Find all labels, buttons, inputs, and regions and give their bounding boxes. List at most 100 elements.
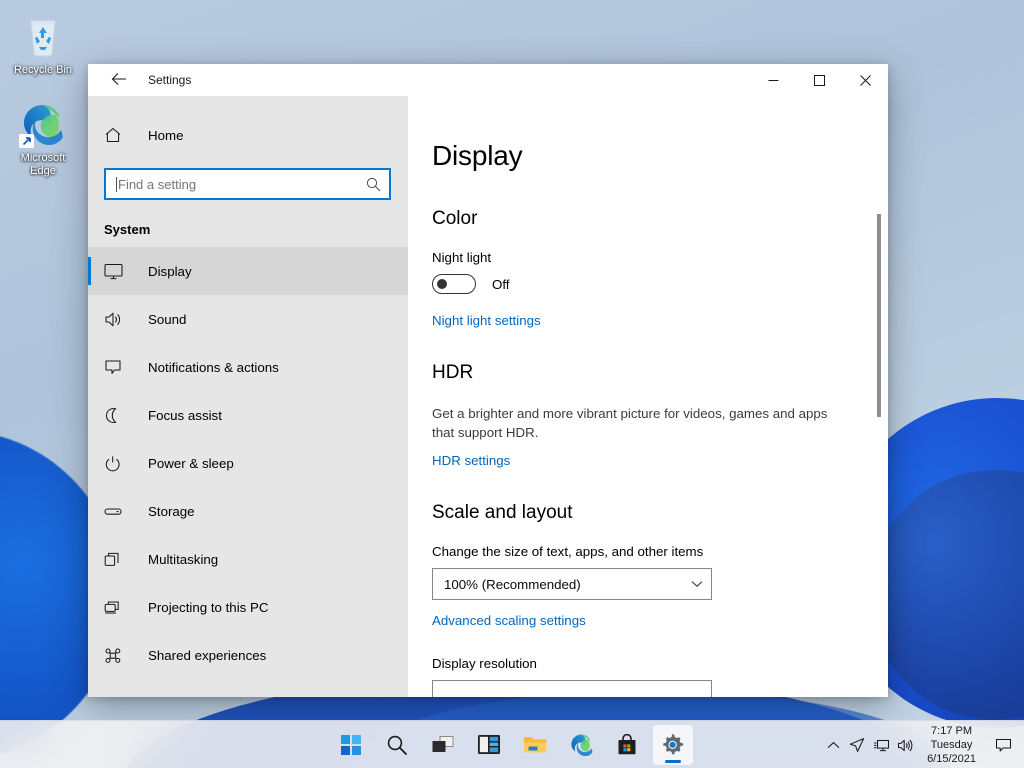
page-title: Display [432,140,848,172]
wallpaper-bloom-right-2 [870,470,1024,720]
minimize-button[interactable] [750,64,796,96]
search-icon [386,734,408,756]
sidebar-item-notifications[interactable]: Notifications & actions [88,343,408,391]
content-scrollbar[interactable] [874,214,884,697]
notification-center-button[interactable] [988,725,1018,765]
sidebar-item-label: Multitasking [148,552,218,567]
task-view-icon [431,735,455,755]
scale-label: Change the size of text, apps, and other… [432,544,848,559]
taskbar[interactable]: 7:17 PM Tuesday 6/15/2021 [0,720,1024,768]
home-icon [104,127,132,143]
text-caret [116,177,117,192]
search-placeholder: Find a setting [118,177,366,192]
widgets-button[interactable] [469,725,509,765]
display-resolution-dropdown[interactable] [432,680,712,697]
night-light-toggle-row: Off [432,274,848,294]
sidebar-item-label: Display [148,264,192,279]
settings-sidebar[interactable]: Home Find a setting System [88,96,408,697]
scale-value: 100% (Recommended) [444,577,691,592]
show-hidden-icons-button[interactable] [821,725,845,765]
selection-indicator [88,257,91,285]
sidebar-item-label: Focus assist [148,408,222,423]
projecting-icon [104,599,132,616]
sidebar-item-display[interactable]: Display [88,247,408,295]
maximize-icon [814,75,825,86]
sidebar-item-storage[interactable]: Storage [88,487,408,535]
close-button[interactable] [842,64,888,96]
store-button[interactable] [607,725,647,765]
desktop[interactable]: Recycle Bin Microsoft [0,0,1024,768]
chevron-up-icon [827,741,840,750]
system-tray: 7:17 PM Tuesday 6/15/2021 [821,721,1024,768]
titlebar-drag-area[interactable] [191,64,750,96]
folder-icon [523,734,547,755]
volume-button[interactable] [893,725,917,765]
color-section-heading: Color [432,208,848,230]
settings-content-panel[interactable]: Display Color Night light Off Night ligh… [408,96,888,697]
sidebar-item-label: Notifications & actions [148,360,279,375]
sidebar-nav-list: Display Sound [88,247,408,679]
sidebar-item-label: Storage [148,504,195,519]
sidebar-item-label: Sound [148,312,186,327]
store-bag-icon [616,734,638,756]
windows-logo-icon [340,734,362,756]
desktop-icon-recycle-bin[interactable]: Recycle Bin [4,12,82,77]
desktop-icon-label: Microsoft Edge [4,152,82,178]
sidebar-item-label: Shared experiences [148,648,266,663]
search-input[interactable]: Find a setting [104,168,391,200]
display-settings-page: Display Color Night light Off Night ligh… [408,96,888,697]
clock-time: 7:17 PM [927,724,976,738]
settings-window[interactable]: Settings [88,64,888,697]
shared-experiences-icon [104,647,132,664]
taskbar-center-group [331,725,693,765]
sidebar-item-projecting[interactable]: Projecting to this PC [88,583,408,631]
advanced-scaling-settings-link[interactable]: Advanced scaling settings [432,613,586,628]
sidebar-item-multitasking[interactable]: Multitasking [88,535,408,583]
search-container: Find a setting [88,152,408,200]
window-titlebar[interactable]: Settings [88,64,888,96]
edge-icon [4,100,82,148]
file-explorer-button[interactable] [515,725,555,765]
widgets-icon [477,734,501,755]
sidebar-item-sound[interactable]: Sound [88,295,408,343]
scale-dropdown[interactable]: 100% (Recommended) [432,568,712,600]
search-icon[interactable] [366,177,381,192]
night-light-label: Night light [432,250,848,265]
chevron-down-icon [691,580,703,588]
start-button[interactable] [331,725,371,765]
clock-date: 6/15/2021 [927,752,976,766]
monitor-network-icon [873,738,890,753]
desktop-icon-microsoft-edge[interactable]: Microsoft Edge [4,100,82,178]
multitasking-icon [104,551,132,568]
edge-label-line1: Microsoft [21,152,66,164]
edge-button[interactable] [561,725,601,765]
sidebar-item-power-sleep[interactable]: Power & sleep [88,439,408,487]
sidebar-item-label: Projecting to this PC [148,600,268,615]
window-title: Settings [148,64,191,96]
sidebar-item-shared-experiences[interactable]: Shared experiences [88,631,408,679]
settings-button[interactable] [653,725,693,765]
maximize-button[interactable] [796,64,842,96]
back-button[interactable] [102,64,136,94]
night-light-toggle[interactable] [432,274,476,294]
send-arrow-icon [849,737,865,753]
minimize-icon [768,75,779,86]
sidebar-item-focus-assist[interactable]: Focus assist [88,391,408,439]
close-icon [860,75,871,86]
toggle-knob [437,279,447,289]
night-light-settings-link[interactable]: Night light settings [432,313,541,328]
sidebar-section-header: System [88,200,408,247]
network-send-button[interactable] [845,725,869,765]
speech-bubble-icon [995,738,1012,753]
sidebar-item-home[interactable]: Home [88,118,408,152]
network-status-button[interactable] [869,725,893,765]
power-icon [104,455,132,472]
speaker-icon [104,311,132,328]
hdr-settings-link[interactable]: HDR settings [432,453,510,468]
clock-day: Tuesday [927,738,976,752]
search-button[interactable] [377,725,417,765]
task-view-button[interactable] [423,725,463,765]
window-body: Home Find a setting System [88,96,888,697]
taskbar-clock[interactable]: 7:17 PM Tuesday 6/15/2021 [917,724,988,766]
scrollbar-thumb[interactable] [877,214,881,417]
